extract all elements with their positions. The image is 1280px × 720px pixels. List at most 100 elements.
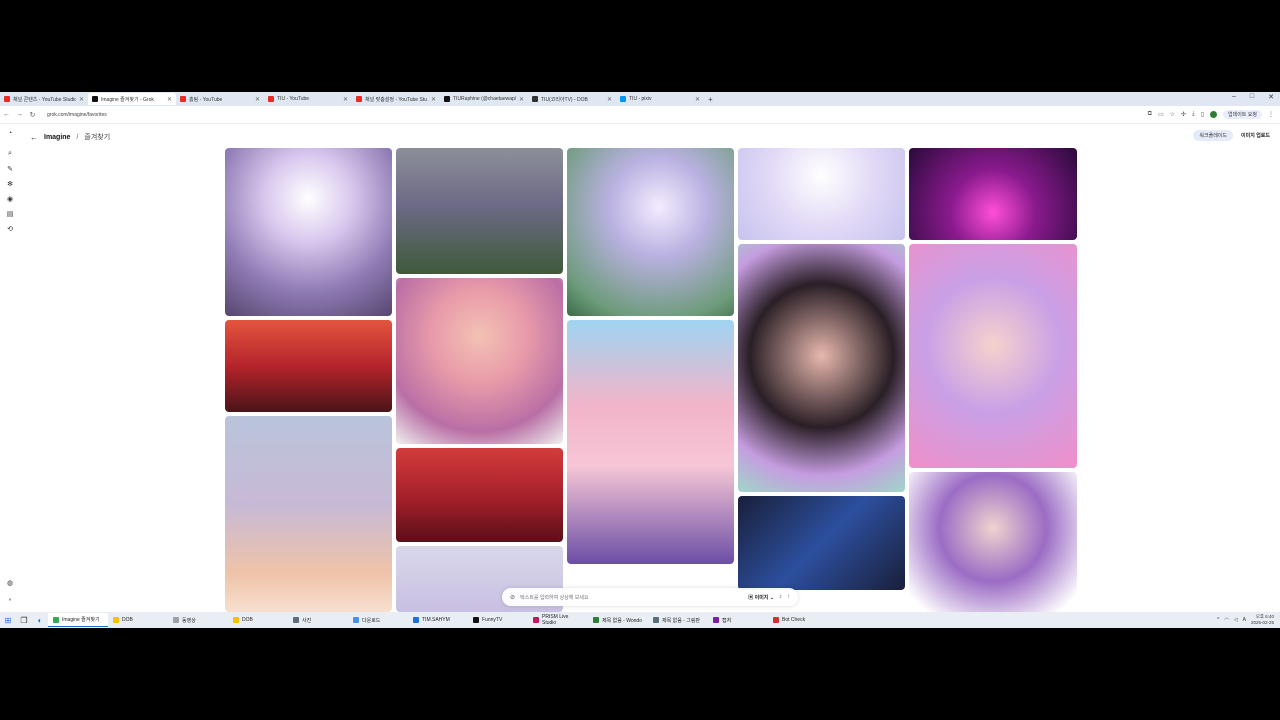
gallery-image[interactable] [396,278,563,444]
taskbar-item[interactable]: Imagine 즐겨찾기 [48,613,108,627]
gallery-image[interactable] [738,244,905,492]
new-tab-button[interactable]: + [708,95,713,104]
taskbar-item[interactable]: 캡처 [708,613,768,627]
gallery-image[interactable] [396,448,563,542]
taskbar-item[interactable]: 다운로드 [348,613,408,627]
page-header: ← Imagine / 즐겨찾기 [30,132,110,142]
submit-arrow-icon[interactable]: ↑ [787,594,790,600]
keyboard-language-icon[interactable]: A [1243,617,1246,623]
taskbar-item[interactable]: 제목 없음 - Wondo [588,613,648,627]
clock[interactable]: 오후 6:40 2026-02-25 [1251,614,1274,626]
site-icon [532,96,538,102]
voice-icon[interactable]: ✻ [6,181,14,189]
edge-icon[interactable]: ◐ [32,616,48,625]
page-title[interactable]: Imagine [44,134,70,141]
forward-arrow-icon[interactable]: → [13,111,26,118]
minimize-icon[interactable]: – [1232,93,1236,101]
attach-icon[interactable]: ⊘ [510,594,515,601]
close-icon[interactable]: ✕ [79,96,84,103]
close-icon[interactable]: ✕ [519,96,524,103]
workflow-button[interactable]: 워크플레이드 [1193,130,1233,141]
translate-icon[interactable]: ⧉ [1148,111,1152,118]
network-icon[interactable]: ◠ [1224,617,1228,623]
volume-icon[interactable]: ◁ [1234,617,1238,623]
history-icon[interactable]: ⟲ [6,226,14,234]
gallery-image[interactable] [225,416,392,612]
taskbar-item[interactable]: DOB [108,613,168,627]
paint-icon [653,617,659,623]
taskbar-item[interactable]: FunnyTV [468,613,528,627]
gallery-image[interactable] [225,320,392,412]
pixiv-icon [620,96,626,102]
taskbar-item[interactable]: Bot Check [768,613,828,627]
avatar[interactable] [1210,111,1217,118]
task-view-icon[interactable]: ❐ [16,616,32,625]
upload-image-button[interactable]: 이미지 업로드 [1241,132,1270,139]
download-icon[interactable]: ⤓ [1192,111,1195,118]
star-icon[interactable]: ☆ [1170,111,1175,118]
taskbar-item[interactable]: 사진 [288,613,348,627]
taskbar-item[interactable]: TIM.SAHYM [408,613,468,627]
folder-icon [173,617,179,623]
prompt-input[interactable]: 텍스트를 입력하여 상상해 보세요 [520,594,743,601]
browser-tab[interactable]: 홈팀 - YouTube ✕ [176,93,264,105]
browser-tab[interactable]: TIU(코리아TV) - DOB ✕ [528,93,616,105]
imagine-icon[interactable]: ◉ [6,196,14,204]
browser-tab[interactable]: 채널 콘텐츠 - YouTube Studio ✕ [0,93,88,105]
close-icon[interactable]: ✕ [607,96,612,103]
gallery-image[interactable] [909,244,1077,468]
folder-icon [233,617,239,623]
app-icon [593,617,599,623]
close-icon[interactable]: ✕ [695,96,700,103]
taskbar-item[interactable]: 동영상 [168,613,228,627]
sidebar-icon[interactable]: ▯ [1201,111,1204,118]
back-arrow-icon[interactable]: ← [0,111,13,118]
back-icon[interactable]: ← [30,133,38,142]
gallery-image[interactable] [738,496,905,590]
gallery-image[interactable] [225,148,392,316]
screen: 채널 콘텐츠 - YouTube Studio ✕ Imagine 즐겨찾기 - … [0,0,1280,720]
youtube-icon [180,96,186,102]
user-avatar-icon[interactable]: ◍ [6,580,14,588]
mode-selector[interactable]: ▣ 이미지 ⌄ [748,594,774,601]
grok-logo-icon[interactable]: ◔ [6,130,14,138]
projects-icon[interactable]: ▤ [6,211,14,219]
close-icon[interactable]: ✕ [167,96,172,103]
chevron-up-icon[interactable]: ^ [1217,617,1219,623]
gallery-image[interactable] [909,472,1077,612]
browser-tab[interactable]: TIU - YouTube ✕ [264,93,352,105]
youtube-icon [268,96,274,102]
cast-icon[interactable]: ▭ [1158,111,1164,118]
gallery-image[interactable] [567,148,734,316]
extensions-icon[interactable]: ✣ [1181,111,1186,118]
reload-icon[interactable]: ↻ [26,111,39,119]
app-icon [773,617,779,623]
left-sidebar: ◔ ⌕ ✎ ✻ ◉ ▤ ⟲ ◍ » [0,124,20,612]
browser-tab-active[interactable]: Imagine 즐겨찾기 - Grok ✕ [88,93,176,105]
taskbar-item[interactable]: PRISM Live Studio [528,613,588,627]
gallery-image[interactable] [396,148,563,274]
close-window-icon[interactable]: ✕ [1268,93,1274,101]
youtube-icon [356,96,362,102]
gallery-image[interactable] [567,320,734,564]
gallery-image[interactable] [909,148,1077,240]
update-button[interactable]: 업데이트 요청 [1223,110,1262,119]
maximize-icon[interactable]: □ [1250,93,1254,101]
close-icon[interactable]: ✕ [431,96,436,103]
taskbar-item[interactable]: DOB [228,613,288,627]
microphone-icon[interactable]: ♪ [779,594,782,600]
browser-tab[interactable]: TIU - pixiv ✕ [616,93,704,105]
gallery-image[interactable] [738,148,905,240]
search-icon[interactable]: ⌕ [6,150,14,158]
youtube-studio-icon [4,96,10,102]
browser-tab[interactable]: 채널 맞춤설정 - YouTube Stu ✕ [352,93,440,105]
browser-tab[interactable]: TIURaphine (@chaetaewap/t) ✕ [440,93,528,105]
menu-icon[interactable]: ⋮ [1268,111,1274,118]
new-chat-icon[interactable]: ✎ [6,166,14,174]
windows-start-icon[interactable]: ⊞ [0,616,16,625]
expand-sidebar-icon[interactable]: » [6,596,14,604]
close-icon[interactable]: ✕ [343,96,348,103]
taskbar-item[interactable]: 제목 없음 - 그림판 [648,613,708,627]
url-field[interactable]: grok.com/imagine/favorites [47,112,107,118]
close-icon[interactable]: ✕ [255,96,260,103]
